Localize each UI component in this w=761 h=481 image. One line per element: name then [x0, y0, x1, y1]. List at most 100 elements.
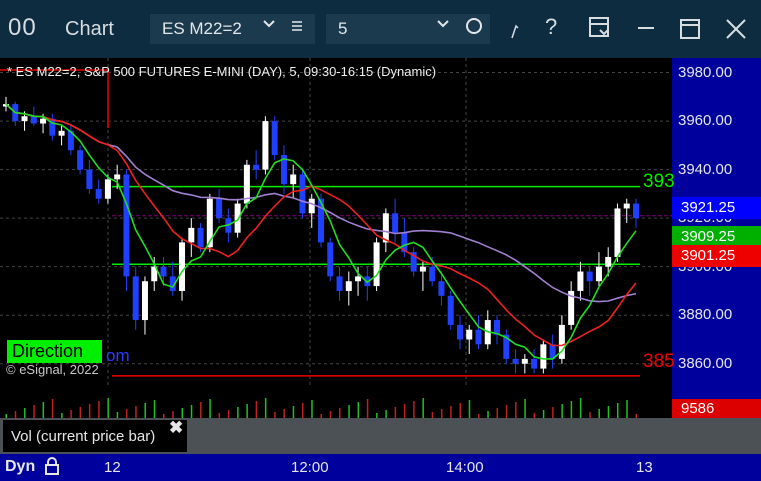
volume-bar — [348, 405, 350, 418]
volume-bar — [459, 403, 461, 418]
direction-suffix: om — [106, 346, 130, 365]
candle-body — [21, 116, 28, 122]
price-tick-label: 3860.00 — [678, 354, 733, 372]
price-tick-label: 3880.00 — [678, 306, 733, 324]
volume-bar — [403, 404, 406, 418]
volume-bar — [181, 408, 184, 418]
volume-bar — [570, 401, 573, 418]
candle-body — [438, 281, 445, 296]
volume-bar — [209, 399, 211, 418]
volume-bar — [292, 406, 295, 418]
volume-bar — [33, 405, 35, 418]
volume-bar — [607, 406, 610, 418]
red-level-label: 385 — [643, 351, 675, 372]
window-title: Chart — [65, 18, 114, 40]
candle-body — [123, 174, 130, 277]
volume-bar — [135, 406, 137, 418]
candle-body — [586, 271, 593, 282]
candle-body — [234, 203, 241, 233]
symbol-value: ES M22=2 — [162, 19, 242, 38]
pin-icon[interactable] — [510, 24, 522, 45]
candle-body — [614, 208, 621, 257]
candle-body — [419, 266, 426, 272]
volume-bar — [450, 406, 452, 418]
volume-bar — [125, 409, 128, 418]
dynamic-mode-label[interactable]: Dyn — [5, 458, 35, 476]
price-tick-label: 3980.00 — [678, 63, 733, 81]
volume-bar — [413, 401, 415, 418]
chevron-down-icon[interactable] — [262, 17, 276, 36]
volume-bar — [598, 409, 600, 418]
candle-body — [466, 329, 473, 340]
time-label: 13 — [636, 459, 653, 476]
candle-body — [605, 256, 612, 267]
chart-header: * ES M22=2, S&P 500 FUTURES E-MINI (DAY)… — [7, 64, 437, 79]
volume-svg — [5, 398, 637, 418]
interval-value: 5 — [338, 19, 348, 38]
volume-bar — [616, 403, 619, 418]
volume-bar — [552, 407, 554, 418]
volume-bar — [227, 410, 230, 418]
symbol-input[interactable]: ES M22=2 — [150, 14, 315, 44]
candle-body — [327, 242, 334, 277]
title-bar: 00 Chart ES M22=2 5 ? — [0, 0, 761, 58]
candle-body — [521, 358, 528, 364]
lock-icon[interactable] — [44, 457, 60, 475]
volume-bar — [440, 409, 443, 418]
candle-body — [512, 358, 519, 364]
template-icon[interactable] — [588, 16, 612, 46]
minimize-icon[interactable] — [636, 18, 656, 44]
price-chart-area[interactable] — [0, 58, 672, 388]
volume-bar — [172, 411, 174, 418]
menu-icon[interactable] — [290, 17, 304, 38]
volume-bar — [70, 410, 72, 418]
candle-body — [216, 198, 223, 219]
app-icon: 00 — [8, 14, 37, 41]
volume-bar — [542, 410, 545, 418]
red-level-tag: 3901.25 — [672, 245, 761, 267]
candle-body — [540, 344, 547, 369]
price-chart-svg — [0, 58, 672, 388]
volume-bar — [190, 405, 193, 418]
volume-bar — [394, 407, 397, 418]
candle-body — [141, 281, 148, 321]
candle-body — [299, 174, 306, 214]
price-tick-label: 3940.00 — [678, 160, 733, 178]
candle-body — [336, 276, 343, 291]
volume-bar — [357, 402, 360, 418]
candle-body — [355, 276, 362, 282]
help-icon[interactable]: ? — [545, 14, 557, 40]
volume-bar — [496, 408, 499, 418]
candle-body — [345, 281, 352, 291]
volume-bar — [246, 404, 248, 418]
direction-label[interactable]: Direction — [7, 340, 102, 363]
time-label: 12 — [104, 459, 121, 476]
candle-body — [253, 164, 260, 170]
volume-bar — [366, 399, 369, 418]
volume-bar — [14, 411, 17, 418]
clock-icon[interactable] — [466, 18, 482, 34]
candle-body — [132, 276, 139, 321]
volume-bar — [515, 402, 517, 418]
volume-pane[interactable] — [0, 388, 672, 418]
maximize-icon[interactable] — [679, 18, 701, 46]
volume-study-label[interactable]: Vol (current price bar) — [3, 420, 187, 452]
candle-body — [160, 266, 167, 277]
interval-input[interactable]: 5 — [326, 14, 490, 44]
volume-bar — [153, 400, 156, 418]
volume-bar — [51, 399, 54, 418]
volume-bar — [237, 407, 239, 418]
candle-body — [447, 295, 454, 325]
volume-bar — [626, 400, 628, 418]
candle-body — [633, 203, 639, 219]
candle-body — [188, 227, 195, 243]
volume-bar — [200, 402, 202, 418]
close-study-icon[interactable]: ✖ — [169, 418, 183, 438]
candle-body — [58, 130, 65, 136]
volume-bar — [42, 402, 45, 418]
copyright-notice: © eSignal, 2022 — [6, 362, 99, 377]
close-icon[interactable] — [725, 18, 747, 46]
chevron-down-icon[interactable] — [436, 17, 450, 36]
volume-bar — [524, 399, 526, 418]
candle-body — [531, 358, 538, 369]
